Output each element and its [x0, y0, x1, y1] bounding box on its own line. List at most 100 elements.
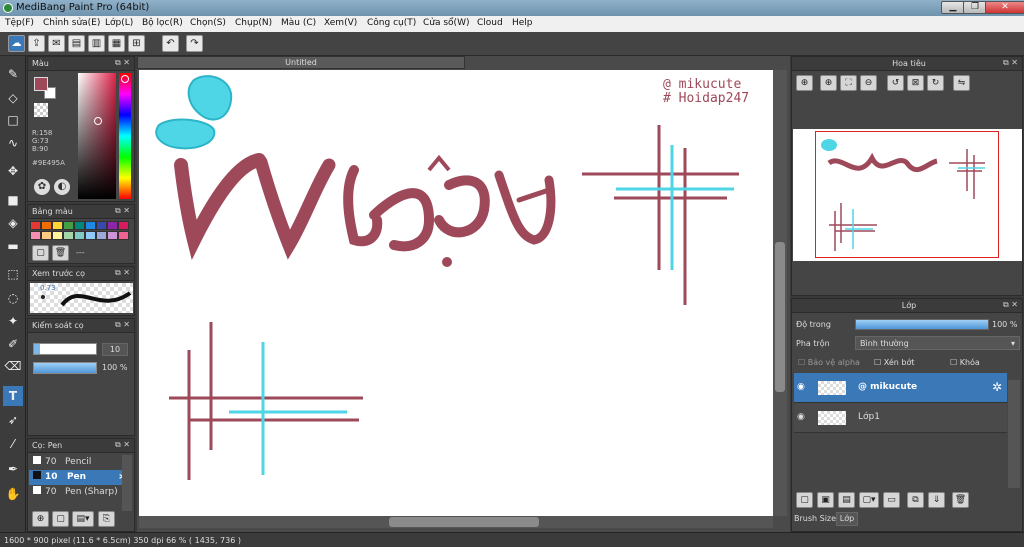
layer-row-selected[interactable]: ◉ @ mikucute ✲ [794, 373, 1007, 403]
palette-swatch[interactable] [41, 231, 52, 240]
rotate-left-icon[interactable]: ↺ [887, 75, 904, 91]
brush-opacity-slider[interactable] [33, 362, 97, 374]
color-picker-cursor[interactable] [94, 117, 102, 125]
select-rect-icon[interactable]: ⬚ [3, 264, 23, 284]
palette-swatch[interactable] [41, 221, 52, 230]
color-mode-icon[interactable]: ◐ [54, 179, 70, 195]
new-layer-icon[interactable]: ▣ [817, 492, 834, 508]
text-icon[interactable]: T [3, 386, 23, 406]
new-brush-icon[interactable]: ▢ [52, 511, 69, 527]
delete-icon[interactable]: 🗑 [952, 492, 969, 508]
palette-swatch[interactable] [74, 231, 85, 240]
brush-size-value[interactable]: 10 [102, 343, 128, 356]
panel-detach-icon[interactable]: ⧉ ✕ [115, 320, 130, 330]
vertical-scroll-thumb[interactable] [775, 242, 785, 392]
menu-file[interactable]: Tệp(F) [5, 18, 34, 28]
palette-swatch[interactable] [63, 231, 74, 240]
fit-icon[interactable]: ⛶ [840, 75, 857, 91]
magic-wand-icon[interactable]: ✦ [3, 311, 23, 331]
brush-cloud-icon[interactable]: ⎘ [98, 511, 115, 527]
transparent-swatch[interactable] [34, 103, 48, 117]
palette-swatch[interactable] [85, 221, 96, 230]
drawing-canvas[interactable]: @ mikucute # Hoidap247 [139, 70, 773, 516]
add-brush-icon[interactable]: ⊕ [32, 511, 49, 527]
palette-swatch[interactable] [107, 221, 118, 230]
add-layer-menu-icon[interactable]: ▢▾ [859, 492, 879, 508]
palette-swatch[interactable] [74, 221, 85, 230]
menu-filter[interactable]: Bộ lọc(R) [142, 18, 183, 28]
zoom-out-icon[interactable]: ⊕ [820, 75, 837, 91]
saturation-value-picker[interactable] [78, 73, 116, 199]
palette-swatch[interactable] [96, 231, 107, 240]
cloud-icon[interactable]: ☁ [8, 35, 25, 52]
palette-swatch[interactable] [30, 221, 41, 230]
redo-icon[interactable]: ↷ [186, 35, 203, 52]
horizontal-scrollbar[interactable] [139, 516, 773, 528]
menu-view[interactable]: Xem(V) [324, 18, 357, 28]
fill-rect-icon[interactable]: ■ [3, 190, 23, 210]
brush-menu-icon[interactable]: ▤▾ [72, 511, 94, 527]
visibility-eye-icon[interactable]: ◉ [797, 412, 805, 422]
horizontal-scroll-thumb[interactable] [389, 517, 539, 527]
menu-layer[interactable]: Lớp(L) [105, 18, 133, 28]
maximize-button[interactable]: ❐ [963, 1, 987, 14]
merge-down-icon[interactable]: ⇓ [928, 492, 945, 508]
share-icon[interactable]: ⇪ [28, 35, 45, 52]
vertical-scrollbar[interactable] [773, 70, 787, 516]
bucket-icon[interactable]: ◈ [3, 213, 23, 233]
menu-select[interactable]: Chọn(S) [190, 18, 226, 28]
palette-swatch[interactable] [30, 231, 41, 240]
clipping-checkbox[interactable]: ☐ Xén bớt [874, 358, 914, 367]
layer-opacity-slider[interactable] [855, 319, 989, 330]
palette-swatch[interactable] [118, 231, 129, 240]
dropper-icon[interactable]: ✒ [3, 459, 23, 479]
palette-swatch[interactable] [63, 221, 74, 230]
hue-cursor[interactable] [121, 75, 129, 83]
move-icon[interactable]: ✥ [3, 161, 23, 181]
brush-item[interactable]: 70 Pen (Sharp) [29, 485, 131, 500]
comment-icon[interactable]: ✉ [48, 35, 65, 52]
brush-list-scrollbar[interactable] [122, 455, 132, 511]
foreground-color-swatch[interactable] [34, 77, 48, 91]
panel-detach-icon[interactable]: ⧉ ✕ [115, 268, 130, 278]
menu-capture[interactable]: Chụp(N) [235, 18, 272, 28]
eraser-icon[interactable]: ◇ [3, 88, 23, 108]
select-pen-icon[interactable]: ✐ [3, 334, 23, 354]
rotate-right-icon[interactable]: ↻ [927, 75, 944, 91]
brush-item[interactable]: 70 Pencil [29, 455, 131, 470]
actual-size-icon[interactable]: ⊖ [860, 75, 877, 91]
menu-color[interactable]: Màu (C) [281, 18, 316, 28]
menu-tools[interactable]: Công cụ(T) [367, 18, 416, 28]
palette-swatch[interactable] [118, 221, 129, 230]
document-icon[interactable]: ▥ [88, 35, 105, 52]
panel-detach-icon[interactable]: ⧉ ✕ [1003, 300, 1018, 310]
hue-slider[interactable] [119, 73, 131, 199]
settings-icon[interactable]: ▦ [108, 35, 125, 52]
tab-brush-size[interactable]: Brush Size [794, 514, 836, 523]
visibility-eye-icon[interactable]: ◉ [797, 382, 805, 392]
blend-mode-select[interactable]: Bình thường ▾ [855, 336, 1020, 350]
dropper-icon[interactable]: ⁄ [3, 434, 23, 454]
select-eraser-icon[interactable]: ⌫ [3, 356, 23, 376]
lock-checkbox[interactable]: ☐ Khóa [950, 358, 980, 367]
flip-icon[interactable]: ⇋ [953, 75, 970, 91]
menu-cloud[interactable]: Cloud [477, 18, 503, 28]
panel-detach-icon[interactable]: ⧉ ✕ [115, 58, 130, 68]
brush-size-slider[interactable] [33, 343, 97, 355]
delete-icon[interactable]: 🗑 [52, 245, 69, 261]
new-layer-icon[interactable]: ▢ [796, 492, 813, 508]
rectangle-icon[interactable]: □ [3, 110, 23, 130]
gradient-icon[interactable]: ▬ [3, 236, 23, 256]
panel-detach-icon[interactable]: ⧉ ✕ [115, 206, 130, 216]
color-wheel-icon[interactable]: ✿ [34, 179, 50, 195]
document-tab[interactable]: Untitled [137, 56, 465, 69]
panel-detach-icon[interactable]: ⧉ ✕ [115, 440, 130, 450]
rotate-reset-icon[interactable]: ⊠ [907, 75, 924, 91]
palette-swatch[interactable] [85, 231, 96, 240]
lasso-icon[interactable]: ◌ [3, 288, 23, 308]
curve-icon[interactable]: ∿ [3, 133, 23, 153]
menu-window[interactable]: Cửa sổ(W) [423, 18, 469, 28]
brush-item[interactable]: 10 Pen✲ [29, 470, 131, 485]
layer-row[interactable]: ◉ Lớp1 [794, 403, 1007, 433]
navigator-preview[interactable] [793, 129, 1022, 261]
